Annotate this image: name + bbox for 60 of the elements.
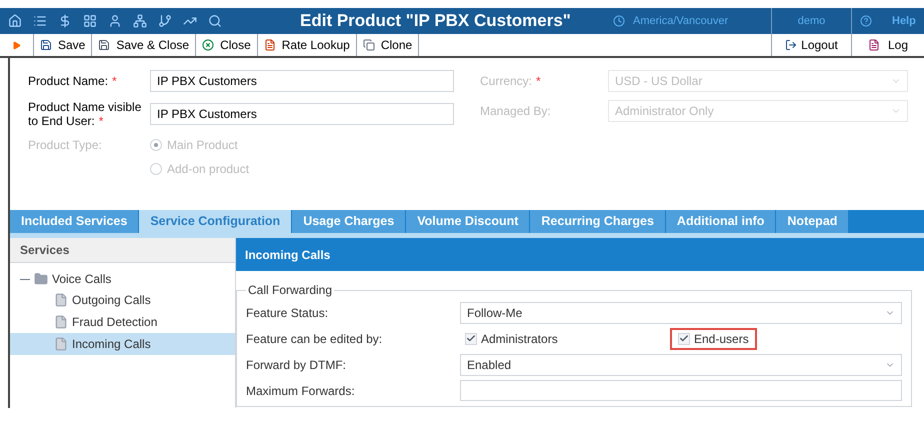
toolbar-button[interactable]: Save: [34, 34, 92, 56]
radio-label: Main Product: [167, 137, 238, 154]
window-title: Edit Product "IP PBX Customers": [300, 10, 572, 32]
tree-item[interactable]: Voice Calls: [52, 270, 112, 288]
checkbox-label: Administrators: [481, 330, 558, 348]
logout-button[interactable]: Logout: [771, 34, 851, 56]
toolbar-button[interactable]: Save & Close: [92, 34, 196, 56]
file-icon: [54, 315, 68, 329]
dollar-icon[interactable]: [58, 14, 72, 28]
play-icon[interactable]: [12, 40, 21, 50]
field-label: Feature can be edited by:: [246, 330, 384, 348]
list-icon[interactable]: [33, 14, 47, 28]
grid-icon[interactable]: [83, 14, 97, 28]
selected-tree-row[interactable]: Incoming Calls: [10, 333, 235, 355]
tree-item[interactable]: Incoming Calls: [72, 335, 151, 353]
floppy-icon: [98, 39, 110, 51]
copy-icon: [362, 39, 375, 51]
dropdown[interactable]: Follow-Me: [460, 302, 902, 324]
toolbar-button[interactable]: Rate Lookup: [258, 34, 357, 56]
file-icon: [54, 337, 68, 351]
field-label: Product Name: *: [28, 73, 118, 90]
field-label: Currency: *: [480, 73, 542, 90]
folder-icon: [34, 272, 48, 286]
diagram-icon[interactable]: [133, 14, 147, 28]
text-field[interactable]: IP PBX Customers: [150, 103, 454, 125]
home-icon[interactable]: [8, 14, 22, 28]
required-mark: *: [536, 74, 541, 88]
log-icon: [868, 39, 880, 51]
text-field[interactable]: [460, 380, 902, 401]
branch-icon[interactable]: [158, 14, 172, 28]
text-field[interactable]: IP PBX Customers: [150, 70, 454, 92]
field-label: Product Name visible to End User: *: [28, 100, 142, 128]
tree-item[interactable]: Fraud Detection: [72, 313, 158, 331]
dropdown[interactable]: Enabled: [460, 354, 902, 376]
close-icon: [202, 39, 214, 51]
toolbar-button[interactable]: Close: [196, 34, 258, 56]
person-icon[interactable]: [108, 14, 122, 28]
document-icon: [264, 39, 276, 51]
search-icon[interactable]: [208, 14, 222, 28]
file-icon: [54, 293, 68, 307]
floppy-icon: [40, 39, 52, 51]
radio-label: Add-on product: [167, 161, 250, 178]
field-label: Product Type:: [28, 137, 103, 154]
toolbar-button[interactable]: Clone: [356, 34, 420, 56]
services-title: Services: [20, 242, 70, 259]
group-title: Call Forwarding: [247, 282, 334, 299]
checkbox[interactable]: [678, 332, 690, 344]
required-mark: *: [112, 74, 117, 88]
checkbox-label: End-users: [694, 330, 749, 348]
field-label: Forward by DTMF:: [246, 356, 348, 374]
tree-item[interactable]: Outgoing Calls: [72, 291, 151, 309]
required-mark: *: [98, 114, 104, 128]
checkbox[interactable]: [465, 332, 477, 344]
help-icon[interactable]: [860, 15, 872, 27]
clock-icon: [613, 15, 625, 27]
field-label: Maximum Forwards:: [246, 382, 356, 400]
panel-title: Incoming Calls: [245, 246, 330, 264]
log-button[interactable]: Log: [851, 34, 924, 56]
field-label: Feature Status:: [246, 304, 330, 322]
field-label: Managed By:: [480, 103, 552, 120]
